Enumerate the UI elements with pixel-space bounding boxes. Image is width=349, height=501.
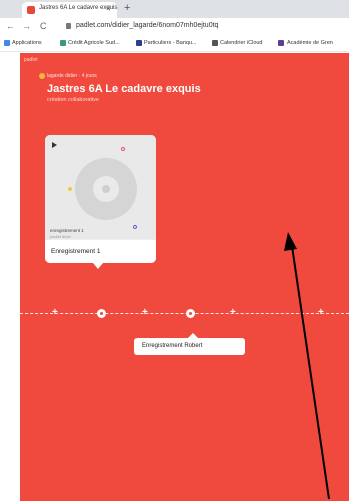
browser-window: Jastres 6A Le cadavre exquis × + ← → C p… [0,0,349,501]
annotation-arrow-icon [284,232,330,500]
